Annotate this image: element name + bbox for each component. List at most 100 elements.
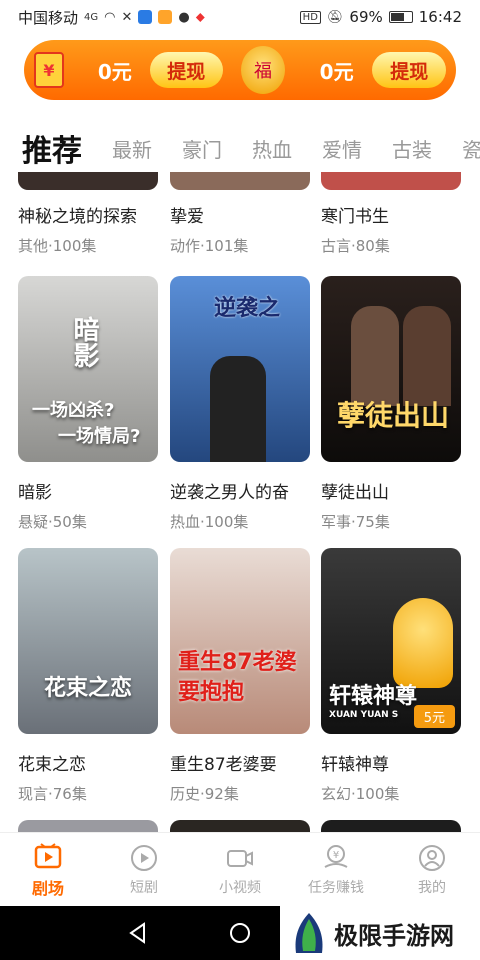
drama-title: 挚爱 [170, 207, 204, 227]
theater-icon [33, 841, 63, 871]
drama-title: 重生87老婆要 [170, 755, 277, 775]
poster-art-title: 花束之恋 [44, 676, 133, 701]
poster-art-title: 轩辕神尊 [329, 684, 418, 709]
poster-tagline: 一场凶杀? [32, 400, 115, 421]
fortune-god-icon[interactable] [393, 598, 453, 688]
status-left: 中国移动 4G ◠ ✕ ● ⬥ [18, 7, 205, 28]
poster-figure [403, 306, 451, 406]
fortune-god-icon[interactable]: 福 [241, 46, 285, 94]
nav-label: 我的 [418, 879, 446, 896]
drama-meta: 动作·101集 [170, 237, 249, 255]
tab-latest[interactable]: 最新 [112, 134, 152, 163]
red-packet-icon: ¥ [34, 52, 64, 88]
tab-recommend[interactable]: 推荐 [22, 126, 82, 170]
svg-text:¥: ¥ [333, 850, 339, 861]
drama-title: 寒门书生 [321, 207, 389, 227]
nav-label: 剧场 [31, 878, 64, 898]
clock: 16:42 [418, 8, 462, 26]
drama-card[interactable]: 轩辕神尊 XUAN YUAN S 5元 轩辕神尊 玄幻·100集 [321, 548, 461, 804]
network-label: 4G [84, 11, 99, 23]
app-notification-icon [138, 10, 153, 24]
bell-off-icon: 🔕︎ [326, 9, 344, 25]
drama-poster[interactable] [321, 820, 461, 832]
battery-percent: 69% [349, 8, 383, 26]
back-icon[interactable] [126, 921, 150, 945]
drama-meta: 悬疑·50集 [18, 513, 87, 531]
video-camera-icon [225, 843, 255, 873]
drama-poster[interactable]: 重生87老婆要抱抱 [170, 548, 310, 734]
drama-poster[interactable] [170, 172, 310, 190]
drama-meta: 历史·92集 [170, 785, 239, 803]
drama-meta: 现言·76集 [18, 785, 87, 803]
drama-title: 孽徒出山 [321, 483, 389, 503]
tab-more[interactable]: 瓷 [462, 134, 480, 163]
drama-title: 神秘之境的探索 [18, 207, 137, 227]
poster-figure [351, 306, 399, 406]
play-icon [129, 843, 159, 873]
price-badge: 5元 [413, 705, 455, 728]
drama-card[interactable]: 逆袭之 逆袭之男人的奋 热血·100集 [170, 276, 310, 532]
poster-art-title: 暗影 [69, 316, 99, 368]
poster-figure [210, 356, 266, 462]
poster-art-title: 重生87老婆要抱抱 [178, 650, 297, 705]
poster-subtitle: XUAN YUAN S [329, 710, 399, 720]
drama-meta: 热血·100集 [170, 513, 249, 531]
drama-title: 轩辕神尊 [321, 755, 389, 775]
drama-meta: 其他·100集 [18, 237, 97, 255]
drama-poster[interactable]: 花束之恋 [18, 548, 158, 734]
drama-card[interactable]: 重生87老婆要抱抱 重生87老婆要 历史·92集 [170, 548, 310, 804]
app-notification-icon [158, 10, 173, 24]
poster-art-title: 孽徒出山 [337, 399, 450, 432]
message-icon: ● [178, 9, 190, 25]
watermark-text: 极限手游网 [334, 920, 454, 950]
carrier-label: 中国移动 [18, 8, 79, 27]
home-icon[interactable] [228, 921, 252, 945]
category-tabs: 推荐 最新 豪门 热血 爱情 古装 瓷 [0, 124, 480, 172]
tab-action[interactable]: 热血 [252, 134, 292, 163]
drama-poster[interactable] [18, 820, 158, 832]
hd-label: HD [299, 10, 321, 24]
bottom-nav: 剧场 短剧 小视频 ¥ 任务赚钱 我的 [0, 832, 480, 906]
drama-card[interactable]: 暗影 一场凶杀? 一场情局? 暗影 悬疑·50集 [18, 276, 158, 532]
nav-tasks[interactable]: ¥ 任务赚钱 [288, 833, 384, 906]
coin-amount: 0元 [319, 59, 354, 84]
wifi-icon: ◠ [104, 9, 116, 25]
drama-poster[interactable] [18, 172, 158, 190]
drama-poster[interactable]: 孽徒出山 [321, 276, 461, 462]
drama-poster[interactable]: 逆袭之 [170, 276, 310, 462]
nav-label: 任务赚钱 [308, 879, 364, 896]
withdraw-button-2[interactable]: 提现 [372, 52, 447, 88]
drama-card[interactable]: 孽徒出山 孽徒出山 军事·75集 [321, 276, 461, 532]
drama-poster[interactable] [321, 172, 461, 190]
drama-meta: 玄幻·100集 [321, 785, 400, 803]
nav-label: 小视频 [219, 879, 261, 896]
battery-icon [388, 11, 413, 23]
drama-poster[interactable]: 暗影 一场凶杀? 一场情局? [18, 276, 158, 462]
nav-short-drama[interactable]: 短剧 [96, 833, 192, 906]
reward-banner[interactable]: ¥ 0元 提现 福 0元 提现 [24, 40, 456, 100]
nav-theater[interactable]: 剧场 [0, 833, 96, 906]
drama-poster[interactable] [170, 820, 310, 832]
drama-meta: 古言·80集 [321, 237, 390, 255]
status-bar: 中国移动 4G ◠ ✕ ● ⬥ HD 🔕︎ 69% 16:42 [0, 0, 480, 34]
withdraw-button[interactable]: 提现 [149, 52, 224, 88]
drama-title: 暗影 [18, 483, 52, 503]
nav-label: 短剧 [130, 879, 158, 896]
drama-poster[interactable]: 轩辕神尊 XUAN YUAN S 5元 [321, 548, 461, 734]
poster-art-title: 逆袭之 [214, 296, 281, 321]
tab-costume[interactable]: 古装 [392, 134, 432, 163]
poster-tagline: 一场情局? [58, 426, 141, 447]
site-watermark: 极限手游网 [280, 906, 480, 960]
nav-profile[interactable]: 我的 [384, 833, 480, 906]
mute-icon: ✕ [121, 9, 133, 25]
drama-card[interactable]: 花束之恋 花束之恋 现言·76集 [18, 548, 158, 804]
profile-icon [417, 843, 447, 873]
money-task-icon: ¥ [321, 843, 351, 873]
location-icon: ⬥ [195, 9, 205, 25]
drama-title: 逆袭之男人的奋 [170, 483, 289, 503]
tab-romance[interactable]: 爱情 [322, 134, 362, 163]
status-right: HD 🔕︎ 69% 16:42 [299, 8, 462, 26]
tab-rich-family[interactable]: 豪门 [182, 134, 222, 163]
cash-amount: 0元 [97, 59, 132, 84]
nav-short-video[interactable]: 小视频 [192, 833, 288, 906]
